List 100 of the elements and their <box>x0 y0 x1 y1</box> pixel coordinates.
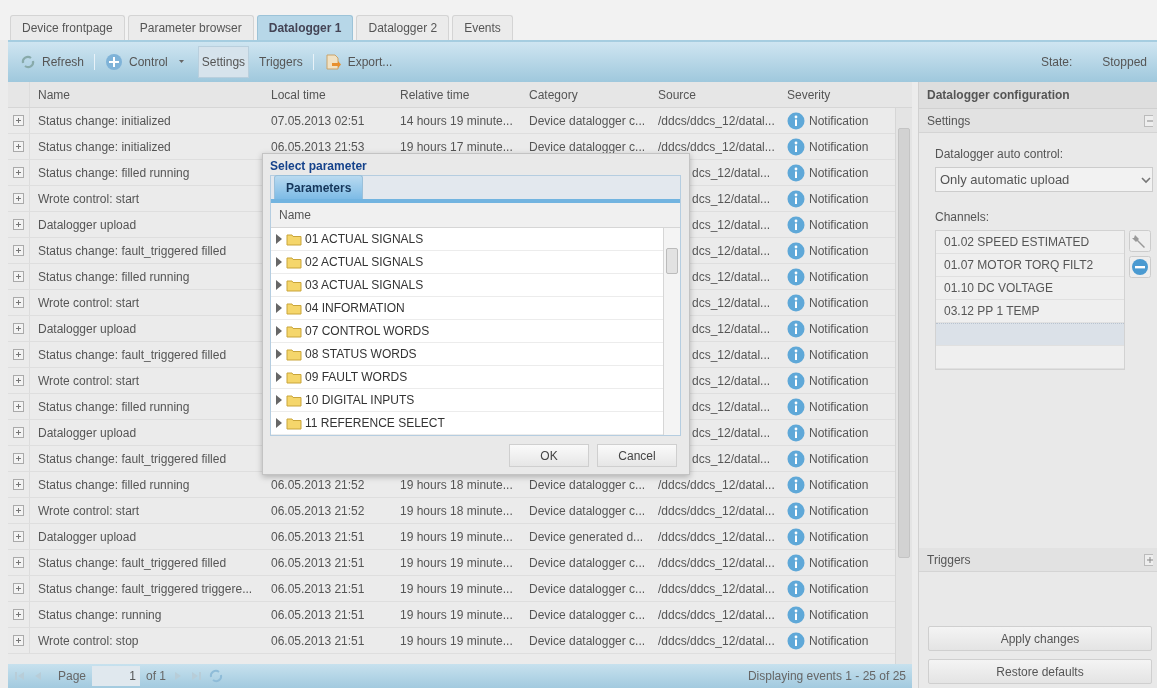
panel-button[interactable]: Apply changes <box>928 626 1152 651</box>
expand-icon[interactable] <box>13 609 24 620</box>
expand-icon[interactable] <box>13 141 24 152</box>
tab[interactable]: Events <box>452 15 513 40</box>
field-label: Channels: <box>935 209 991 226</box>
column-header[interactable]: Local time <box>263 82 392 107</box>
table-cell-text: Notification <box>809 450 869 468</box>
table-cell-text: Notification <box>809 554 869 572</box>
info-icon <box>787 397 805 416</box>
table-cell-text: /ddcs/ddcs_12/datal... <box>658 554 775 572</box>
scrollbar[interactable] <box>663 228 680 435</box>
table-cell-text: /ddcs/ddcs_12/datal... <box>658 502 775 520</box>
expand-arrow-icon <box>275 302 283 314</box>
table-cell-text: Wrote control: start <box>38 190 140 208</box>
table-cell-text: dcs_12/datal... <box>692 294 771 312</box>
info-icon <box>787 501 805 520</box>
column-header[interactable]: Name <box>30 82 263 107</box>
page-field[interactable]: 1 <box>92 666 141 686</box>
remove-icon[interactable] <box>1129 256 1151 278</box>
table-cell-text: Wrote control: stop <box>38 632 139 650</box>
expand-icon[interactable] <box>13 219 24 230</box>
expand-icon[interactable] <box>13 531 24 542</box>
tree-item[interactable]: 09 FAULT WORDS <box>271 366 663 389</box>
dialog-button[interactable]: OK <box>509 444 589 467</box>
column-header[interactable]: Category <box>521 82 650 107</box>
table-cell-text: Device datalogger c... <box>529 632 646 650</box>
column-header[interactable]: Relative time <box>392 82 521 107</box>
expand-arrow-icon <box>275 394 283 406</box>
expand-icon[interactable] <box>13 271 24 282</box>
table-cell-text: Notification <box>809 632 869 650</box>
expand-icon[interactable] <box>13 635 24 646</box>
expand-icon[interactable] <box>13 453 24 464</box>
channel-item[interactable]: 01.02 SPEED ESTIMATED <box>936 231 1124 254</box>
table-cell-text: Notification <box>809 424 869 442</box>
tab[interactable]: Datalogger 2 <box>356 15 450 40</box>
table-cell-text: /ddcs/ddcs_12/datal... <box>658 580 775 598</box>
expand-icon[interactable] <box>13 193 24 204</box>
table-cell-text: /ddcs/ddcs_12/datal... <box>658 632 775 650</box>
expand-icon[interactable] <box>1144 553 1153 566</box>
expand-icon[interactable] <box>13 557 24 568</box>
table-cell-text: Status change: filled running <box>38 164 190 182</box>
panel-button[interactable]: Restore defaults <box>928 659 1152 684</box>
expand-icon[interactable] <box>13 349 24 360</box>
column-header[interactable]: Name <box>279 206 311 224</box>
expand-icon[interactable] <box>13 167 24 178</box>
export-button[interactable]: Export... <box>319 46 397 78</box>
tab[interactable]: Datalogger 1 <box>256 15 354 40</box>
tree-item[interactable]: 01 ACTUAL SIGNALS <box>271 228 663 251</box>
refresh-button[interactable]: Refresh <box>16 46 89 78</box>
info-icon <box>787 423 805 442</box>
scrollbar[interactable] <box>895 108 912 664</box>
table-cell-text: 06.05.2013 21:51 <box>271 606 365 624</box>
tab[interactable]: Parameter browser <box>127 15 254 40</box>
settings-button[interactable]: Settings <box>197 46 250 78</box>
table-cell-text: Device datalogger c... <box>529 112 646 130</box>
table-cell-text: 06.05.2013 21:52 <box>271 502 365 520</box>
table-cell-text: Status change: initialized <box>38 138 171 156</box>
info-icon <box>787 527 805 546</box>
expand-icon[interactable] <box>13 479 24 490</box>
tree-item[interactable]: 08 STATUS WORDS <box>271 343 663 366</box>
channel-item[interactable]: 01.10 DC VOLTAGE <box>936 277 1124 300</box>
expand-icon[interactable] <box>13 245 24 256</box>
table-cell-text: 07.05.2013 02:51 <box>271 112 365 130</box>
expand-icon[interactable] <box>13 583 24 594</box>
column-header[interactable]: Source <box>650 82 779 107</box>
folder-icon <box>286 393 302 407</box>
expand-icon[interactable] <box>13 323 24 334</box>
table-cell-text: dcs_12/datal... <box>692 398 771 416</box>
expand-icon[interactable] <box>13 427 24 438</box>
folder-icon <box>286 232 302 246</box>
table-cell-text: dcs_12/datal... <box>692 372 771 390</box>
chevron-down-icon <box>1140 174 1152 185</box>
tree-item[interactable]: 03 ACTUAL SIGNALS <box>271 274 663 297</box>
tab[interactable]: Device frontpage <box>10 15 125 40</box>
table-cell-text: dcs_12/datal... <box>692 164 771 182</box>
info-icon <box>787 163 805 182</box>
tab[interactable]: Parameters <box>274 175 364 199</box>
expand-icon[interactable] <box>13 115 24 126</box>
expand-icon[interactable] <box>13 505 24 516</box>
table-cell-text: Device datalogger c... <box>529 554 646 572</box>
tree-item[interactable]: 10 DIGITAL INPUTS <box>271 389 663 412</box>
info-icon <box>787 267 805 286</box>
tree-item[interactable]: 11 REFERENCE SELECT <box>271 412 663 435</box>
column-header[interactable]: Severity <box>779 82 895 107</box>
expand-icon[interactable] <box>13 401 24 412</box>
tree-item[interactable]: 04 INFORMATION <box>271 297 663 320</box>
tree-item[interactable]: 07 CONTROL WORDS <box>271 320 663 343</box>
folder-icon <box>286 255 302 269</box>
table-cell-text: Status change: filled running <box>38 398 190 416</box>
triggers-button[interactable]: Triggers <box>255 46 307 78</box>
control-button[interactable]: Control <box>101 46 192 78</box>
dialog-button[interactable]: Cancel <box>597 444 677 467</box>
expand-icon[interactable] <box>13 375 24 386</box>
table-cell-text: Notification <box>809 164 869 182</box>
auto-control-dropdown[interactable]: Only automatic upload <box>935 167 1153 192</box>
wrench-icon[interactable] <box>1129 230 1151 252</box>
tree-item[interactable]: 02 ACTUAL SIGNALS <box>271 251 663 274</box>
table-cell-text: Notification <box>809 294 869 312</box>
expand-icon[interactable] <box>13 297 24 308</box>
channel-item[interactable]: 01.07 MOTOR TORQ FILT2 <box>936 254 1124 277</box>
